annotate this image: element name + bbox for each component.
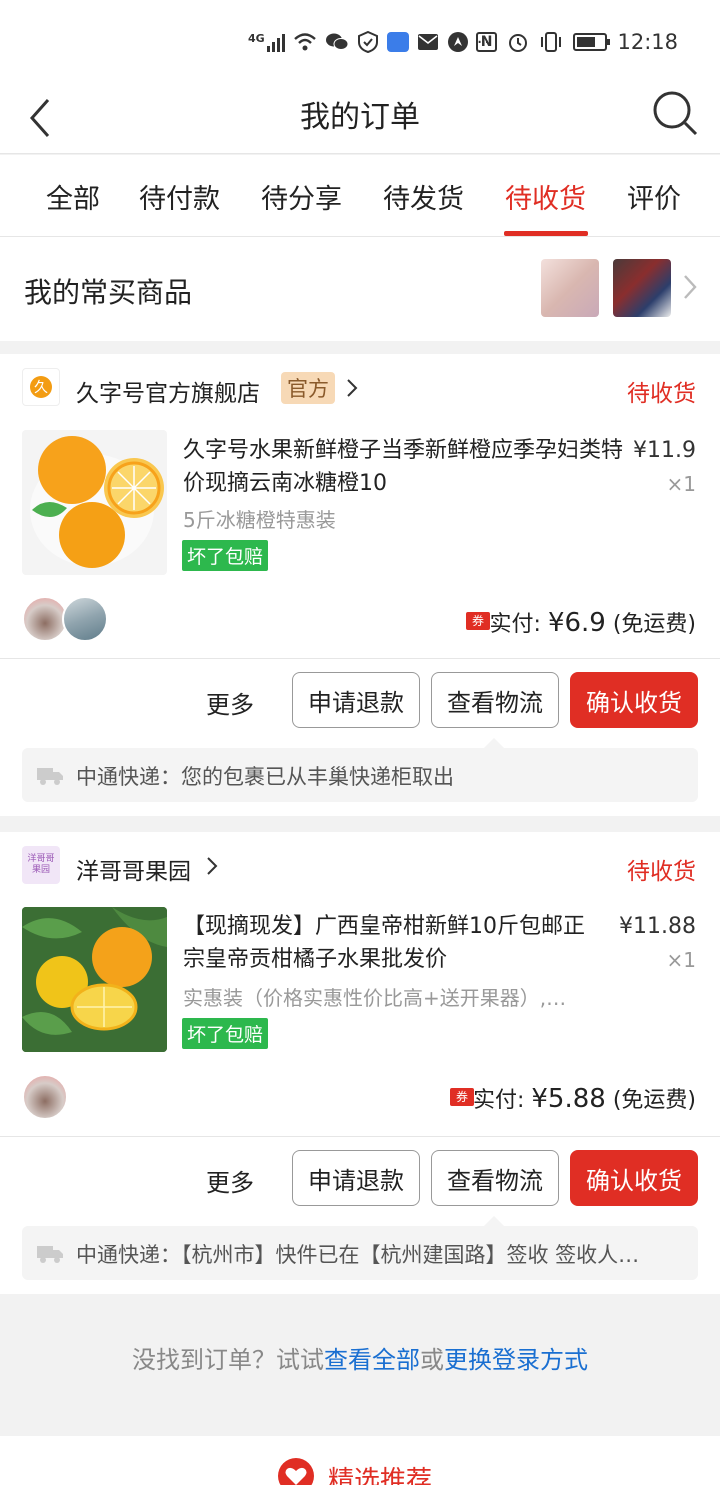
tab-review[interactable]: 评价	[627, 177, 681, 216]
network-type: 4G	[248, 32, 265, 45]
paid-label: 实付:	[489, 612, 541, 637]
coupon-icon: 券	[466, 612, 490, 630]
avatar	[62, 596, 108, 642]
change-login-link[interactable]: 更换登录方式	[444, 1346, 588, 1374]
paid-amount: 实付: ¥5.88 (免运费)	[473, 1082, 696, 1114]
frequent-product-thumbnail[interactable]	[541, 259, 599, 317]
chevron-right-icon[interactable]	[346, 378, 358, 398]
heart-icon	[278, 1458, 314, 1485]
refund-button[interactable]: 申请退款	[292, 1150, 420, 1206]
frequent-products-label: 我的常买商品	[24, 276, 193, 309]
guarantee-badge: 坏了包赔	[182, 540, 269, 571]
recommendations-label: 精选推荐	[328, 1466, 433, 1485]
confirm-receipt-button[interactable]: 确认收货	[570, 1150, 698, 1206]
divider	[0, 1136, 720, 1137]
status-icons-right: N 12:18	[475, 28, 678, 56]
header: 我的订单	[0, 80, 720, 154]
status-bar: 4G ··· N 12:18	[0, 0, 720, 80]
more-button[interactable]: 更多	[206, 1163, 254, 1198]
coupon-icon: 券	[450, 1088, 474, 1106]
recommendations-header: 精选推荐	[0, 1436, 720, 1485]
product-spec: 5斤冰糖橙特惠装	[183, 508, 336, 532]
paid-value: ¥6.9	[547, 608, 606, 638]
shipping-note: (免运费)	[612, 1088, 696, 1113]
product-price: ¥11.88	[619, 914, 696, 939]
page-title: 我的订单	[300, 100, 420, 135]
logistics-pointer	[484, 738, 504, 748]
paid-amount: 实付: ¥6.9 (免运费)	[490, 606, 696, 638]
search-icon[interactable]	[650, 88, 700, 138]
divider	[0, 658, 720, 659]
shop-name[interactable]: 久字号官方旗舰店	[76, 374, 260, 408]
product-title[interactable]: 久字号水果新鲜橙子当季新鲜橙应季孕妇类特价现摘云南冰糖橙10	[183, 434, 623, 500]
location-icon	[447, 32, 468, 52]
order-tabs: 全部 待付款 待分享 待发货 待收货 评价	[0, 155, 720, 237]
chevron-right-icon[interactable]	[682, 273, 698, 301]
view-logistics-button[interactable]: 查看物流	[431, 672, 559, 728]
not-found-prefix: 没找到订单？试试	[132, 1346, 324, 1374]
app-icon	[386, 32, 409, 52]
frequent-product-thumbnail[interactable]	[613, 259, 671, 317]
order-card: 洋哥哥果园 洋哥哥果园 待收货 【现摘现发】广西皇帝柑新鲜10斤包邮正宗皇帝贡柑…	[0, 832, 720, 1294]
logistics-info[interactable]: 中通快递：【杭州市】快件已在【杭州建国路】签收 签收人…	[22, 1226, 698, 1280]
mail-icon	[417, 34, 438, 50]
truck-icon	[37, 1246, 63, 1263]
chevron-right-icon[interactable]	[206, 856, 218, 876]
wechat-icon	[325, 33, 349, 50]
paid-label: 实付:	[472, 1088, 525, 1113]
tab-pending-receipt[interactable]: 待收货	[505, 177, 586, 216]
status-icons-left: 4G ···	[248, 28, 490, 56]
nfc-icon: N	[475, 32, 498, 52]
shield-icon	[357, 31, 378, 53]
shipping-note: (免运费)	[612, 612, 696, 637]
tab-active-indicator	[504, 231, 588, 236]
more-button[interactable]: 更多	[206, 685, 254, 720]
shop-logo[interactable]: 洋哥哥果园	[22, 846, 60, 884]
view-logistics-button[interactable]: 查看物流	[431, 1150, 559, 1206]
logistics-text: 中通快递：您的包裹已从丰巢快递柜取出	[76, 765, 454, 789]
not-found-or: 或	[420, 1346, 444, 1374]
frequent-products[interactable]: 我的常买商品	[0, 237, 720, 341]
product-quantity: ×1	[666, 948, 696, 972]
vibrate-icon	[541, 32, 562, 52]
paid-value: ¥5.88	[531, 1084, 606, 1114]
refund-button[interactable]: 申请退款	[292, 672, 420, 728]
official-badge: 官方	[281, 372, 335, 404]
logistics-text: 中通快递：【杭州市】快件已在【杭州建国路】签收 签收人…	[76, 1243, 640, 1267]
truck-icon	[37, 768, 63, 785]
tab-pending-share[interactable]: 待分享	[261, 177, 342, 216]
product-image[interactable]	[22, 907, 167, 1052]
tab-all[interactable]: 全部	[46, 177, 100, 216]
shop-name[interactable]: 洋哥哥果园	[76, 852, 191, 886]
avatar	[22, 1074, 68, 1120]
wifi-icon	[293, 33, 316, 51]
product-image[interactable]	[22, 430, 167, 575]
product-quantity: ×1	[666, 472, 696, 496]
logistics-pointer	[484, 1216, 504, 1226]
product-title[interactable]: 【现摘现发】广西皇帝柑新鲜10斤包邮正宗皇帝贡柑橘子水果批发价	[183, 910, 603, 976]
logistics-info[interactable]: 中通快递：您的包裹已从丰巢快递柜取出	[22, 748, 698, 802]
svg-text:久: 久	[34, 380, 48, 396]
tab-pending-payment[interactable]: 待付款	[139, 177, 220, 216]
battery-icon	[573, 33, 611, 51]
clock: 12:18	[617, 30, 678, 54]
guarantee-badge: 坏了包赔	[182, 1018, 269, 1049]
order-status: 待收货	[627, 859, 696, 885]
order-card: 久 久字号官方旗舰店 官方 待收货 久字号水果新鲜橙子当季新鲜橙应季孕妇类特价现…	[0, 354, 720, 816]
signal-icon: 4G	[248, 32, 285, 52]
confirm-receipt-button[interactable]: 确认收货	[570, 672, 698, 728]
product-spec: 实惠装（价格实惠性价比高+送开果器）,…	[183, 986, 567, 1010]
alarm-icon	[509, 34, 528, 52]
product-price: ¥11.9	[633, 438, 696, 463]
tab-pending-shipment[interactable]: 待发货	[383, 177, 464, 216]
shop-logo-text: 洋哥哥果园	[27, 854, 55, 875]
shop-logo[interactable]: 久	[22, 368, 60, 406]
view-all-link[interactable]: 查看全部	[324, 1346, 420, 1374]
order-status: 待收货	[627, 381, 696, 407]
not-found-hint: 没找到订单？试试查看全部或更换登录方式	[0, 1340, 720, 1375]
